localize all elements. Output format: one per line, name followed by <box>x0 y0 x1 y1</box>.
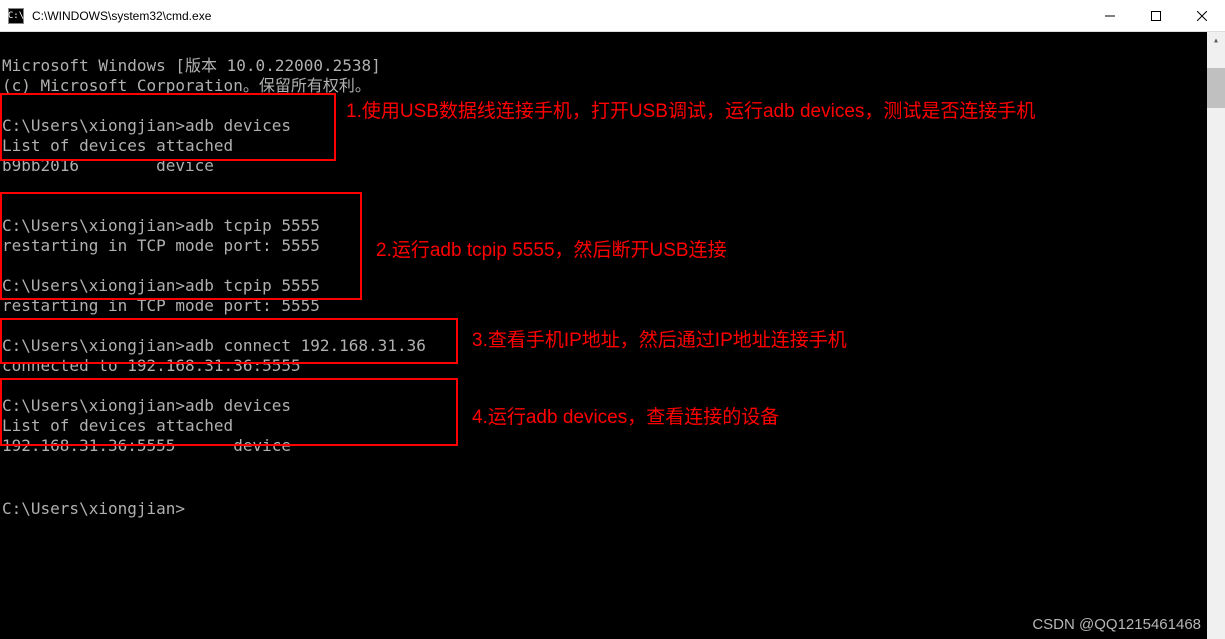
cmd-icon: C:\ <box>8 8 24 24</box>
cursor-icon <box>185 496 194 514</box>
close-button[interactable] <box>1179 0 1225 31</box>
terminal-line: List of devices attached <box>2 136 233 155</box>
terminal-line: C:\Users\xiongjian>adb tcpip 5555 <box>2 216 320 235</box>
terminal-line: restarting in TCP mode port: 5555 <box>2 296 320 315</box>
terminal-line: connected to 192.168.31.36:5555 <box>2 356 301 375</box>
annotation-3: 3.查看手机IP地址，然后通过IP地址连接手机 <box>472 328 847 354</box>
terminal-line: C:\Users\xiongjian>adb devices <box>2 396 291 415</box>
vertical-scrollbar[interactable]: ▴ <box>1207 32 1225 639</box>
annotation-4: 4.运行adb devices，查看连接的设备 <box>472 405 779 431</box>
annotation-1: 1.使用USB数据线连接手机，打开USB调试，运行adb devices，测试是… <box>346 99 1176 125</box>
scrollbar-thumb[interactable] <box>1207 68 1225 108</box>
watermark: CSDN @QQ1215461468 <box>1032 616 1201 633</box>
scroll-up-icon[interactable]: ▴ <box>1207 32 1225 50</box>
titlebar-left: C:\ C:\WINDOWS\system32\cmd.exe <box>0 8 211 24</box>
terminal-line: 192.168.31.36:5555 device <box>2 436 291 455</box>
minimize-button[interactable] <box>1087 0 1133 31</box>
window-controls <box>1087 0 1225 31</box>
terminal-line: Microsoft Windows [版本 10.0.22000.2538] <box>2 56 381 75</box>
terminal-line: (c) Microsoft Corporation。保留所有权利。 <box>2 76 371 95</box>
terminal-line: C:\Users\xiongjian>adb devices <box>2 116 291 135</box>
terminal-line: b9bb2016 device <box>2 156 214 175</box>
terminal-line: C:\Users\xiongjian>adb connect 192.168.3… <box>2 336 426 355</box>
window-title: C:\WINDOWS\system32\cmd.exe <box>32 9 211 23</box>
window-titlebar: C:\ C:\WINDOWS\system32\cmd.exe <box>0 0 1225 32</box>
terminal-line: C:\Users\xiongjian>adb tcpip 5555 <box>2 276 320 295</box>
terminal-line: List of devices attached <box>2 416 233 435</box>
maximize-button[interactable] <box>1133 0 1179 31</box>
terminal-prompt: C:\Users\xiongjian> <box>2 499 185 518</box>
annotation-2: 2.运行adb tcpip 5555，然后断开USB连接 <box>376 238 727 264</box>
terminal-line: restarting in TCP mode port: 5555 <box>2 236 320 255</box>
